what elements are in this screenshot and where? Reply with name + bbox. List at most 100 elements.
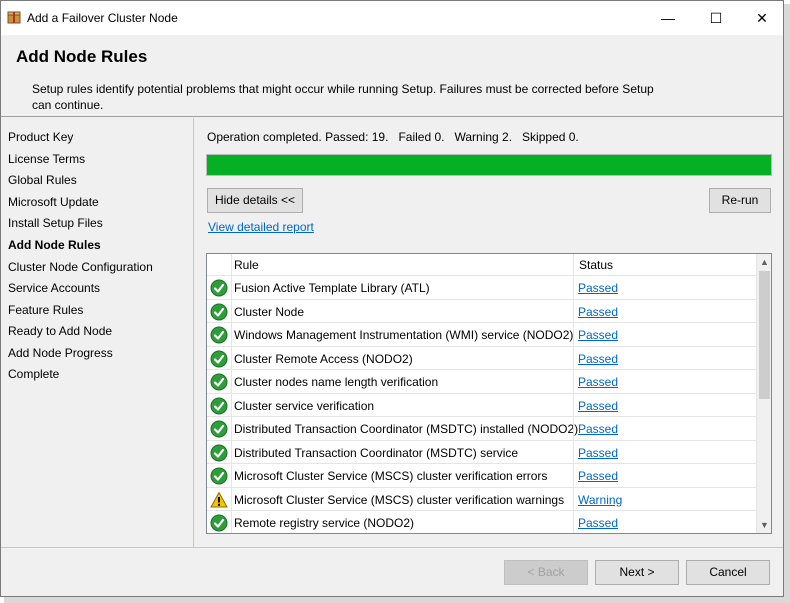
rule-name: Cluster service verification	[234, 398, 375, 413]
cell-divider	[573, 323, 574, 346]
cell-divider	[573, 464, 574, 487]
rule-column-header[interactable]: Rule	[234, 258, 259, 272]
hide-details-button[interactable]: Hide details <<	[207, 188, 303, 213]
status-link[interactable]: Passed	[578, 399, 618, 413]
operation-status-text: Operation completed. Passed: 19. Failed …	[207, 130, 579, 144]
view-detailed-report-link[interactable]: View detailed report	[208, 220, 314, 234]
scroll-up-arrow-icon[interactable]: ▲	[757, 254, 771, 270]
cell-divider	[231, 370, 232, 393]
close-button[interactable]: ✕	[739, 1, 783, 35]
cell-divider	[231, 393, 232, 416]
setup-box-icon	[7, 11, 21, 24]
progress-bar-fill	[207, 155, 771, 175]
table-body: Fusion Active Template Library (ATL) Pass…	[207, 276, 756, 533]
table-row[interactable]: Cluster Remote Access (NODO2) Passed	[207, 346, 756, 370]
passed-check-icon	[210, 279, 228, 297]
maximize-button[interactable]: ☐	[693, 1, 739, 35]
table-row[interactable]: Windows Management Instrumentation (WMI)…	[207, 323, 756, 347]
table-row[interactable]: Remote registry service (NODO2) Passed	[207, 511, 756, 533]
progress-bar	[206, 154, 772, 176]
cell-divider	[573, 299, 574, 322]
passed-check-icon	[210, 467, 228, 485]
next-button[interactable]: Next >	[595, 560, 679, 585]
cell-divider	[573, 276, 574, 299]
nav-item-add-node-progress[interactable]: Add Node Progress	[8, 346, 113, 360]
status-link[interactable]: Warning	[578, 493, 622, 507]
status-link[interactable]: Passed	[578, 375, 618, 389]
rule-name: Fusion Active Template Library (ATL)	[234, 281, 430, 295]
cell-divider	[231, 440, 232, 463]
rule-name: Cluster nodes name length verification	[234, 375, 439, 389]
nav-item-feature-rules[interactable]: Feature Rules	[8, 303, 83, 317]
passed-check-icon	[210, 397, 228, 415]
rerun-button[interactable]: Re-run	[709, 188, 771, 213]
nav-item-microsoft-update[interactable]: Microsoft Update	[8, 195, 99, 209]
scroll-thumb[interactable]	[759, 271, 770, 399]
page-description: Setup rules identify potential problems …	[32, 82, 654, 112]
nav-item-cluster-node-configuration[interactable]: Cluster Node Configuration	[8, 260, 153, 274]
table-row[interactable]: Microsoft Cluster Service (MSCS) cluster…	[207, 464, 756, 488]
passed-check-icon	[210, 444, 228, 462]
table-header: Rule Status	[207, 254, 756, 276]
vertical-scrollbar[interactable]: ▲ ▼	[756, 254, 771, 533]
table-row[interactable]: Distributed Transaction Coordinator (MSD…	[207, 417, 756, 441]
cell-divider	[573, 417, 574, 440]
cell-divider	[231, 511, 232, 533]
table-row[interactable]: Cluster Node Passed	[207, 299, 756, 323]
status-link[interactable]: Passed	[578, 446, 618, 460]
table-row[interactable]: Microsoft Cluster Service (MSCS) cluster…	[207, 487, 756, 511]
cell-divider	[231, 276, 232, 299]
status-link[interactable]: Passed	[578, 328, 618, 342]
rule-name: Microsoft Cluster Service (MSCS) cluster…	[234, 469, 548, 483]
nav-item-license-terms[interactable]: License Terms	[8, 152, 85, 166]
title-bar[interactable]: Add a Failover Cluster Node — ☐ ✕	[1, 1, 783, 35]
passed-check-icon	[210, 303, 228, 321]
cell-divider	[231, 417, 232, 440]
nav-item-add-node-rules[interactable]: Add Node Rules	[8, 238, 101, 252]
rule-name: Microsoft Cluster Service (MSCS) cluster…	[234, 492, 565, 507]
footer-divider	[1, 547, 783, 548]
rule-name: Remote registry service (NODO2)	[234, 516, 415, 530]
status-link[interactable]: Passed	[578, 516, 618, 530]
nav-item-service-accounts[interactable]: Service Accounts	[8, 281, 100, 295]
nav-item-install-setup-files[interactable]: Install Setup Files	[8, 216, 103, 230]
cell-divider	[573, 487, 574, 510]
page-title: Add Node Rules	[16, 47, 148, 66]
nav-item-product-key[interactable]: Product Key	[8, 130, 73, 144]
nav-item-ready-to-add-node[interactable]: Ready to Add Node	[8, 324, 112, 338]
column-divider[interactable]	[573, 254, 574, 276]
cell-divider	[231, 464, 232, 487]
back-button[interactable]: < Back	[504, 560, 588, 585]
status-link[interactable]: Passed	[578, 469, 618, 483]
rule-name: Windows Management Instrumentation (WMI)…	[234, 328, 574, 342]
passed-check-icon	[210, 350, 228, 368]
status-column-header[interactable]: Status	[579, 258, 613, 272]
passed-check-icon	[210, 373, 228, 391]
nav-item-complete[interactable]: Complete	[8, 367, 59, 381]
scroll-down-arrow-icon[interactable]: ▼	[757, 517, 771, 533]
rule-name: Distributed Transaction Coordinator (MSD…	[234, 422, 579, 436]
window-title: Add a Failover Cluster Node	[27, 11, 178, 25]
table-row[interactable]: Fusion Active Template Library (ATL) Pass…	[207, 276, 756, 300]
status-link[interactable]: Passed	[578, 352, 618, 366]
passed-check-icon	[210, 514, 228, 532]
cell-divider	[231, 346, 232, 369]
warning-triangle-icon	[210, 490, 228, 509]
page-header: Add Node Rules Setup rules identify pote…	[1, 35, 783, 117]
cell-divider	[573, 370, 574, 393]
cell-divider	[573, 511, 574, 533]
minimize-button[interactable]: —	[645, 1, 691, 35]
table-row[interactable]: Cluster nodes name length verification Pa…	[207, 370, 756, 394]
status-link[interactable]: Passed	[578, 422, 618, 436]
status-link[interactable]: Passed	[578, 305, 618, 319]
cell-divider	[573, 440, 574, 463]
cell-divider	[231, 299, 232, 322]
cancel-button[interactable]: Cancel	[686, 560, 770, 585]
wizard-window: Add a Failover Cluster Node — ☐ ✕ Add No…	[0, 0, 784, 597]
status-link[interactable]: Passed	[578, 281, 618, 295]
nav-item-global-rules[interactable]: Global Rules	[8, 173, 77, 187]
rule-name: Cluster Remote Access (NODO2)	[234, 351, 413, 366]
rules-table: Rule Status Fusion Active Template Libra…	[206, 253, 772, 534]
table-row[interactable]: Distributed Transaction Coordinator (MSD…	[207, 440, 756, 464]
table-row[interactable]: Cluster service verification Passed	[207, 393, 756, 417]
